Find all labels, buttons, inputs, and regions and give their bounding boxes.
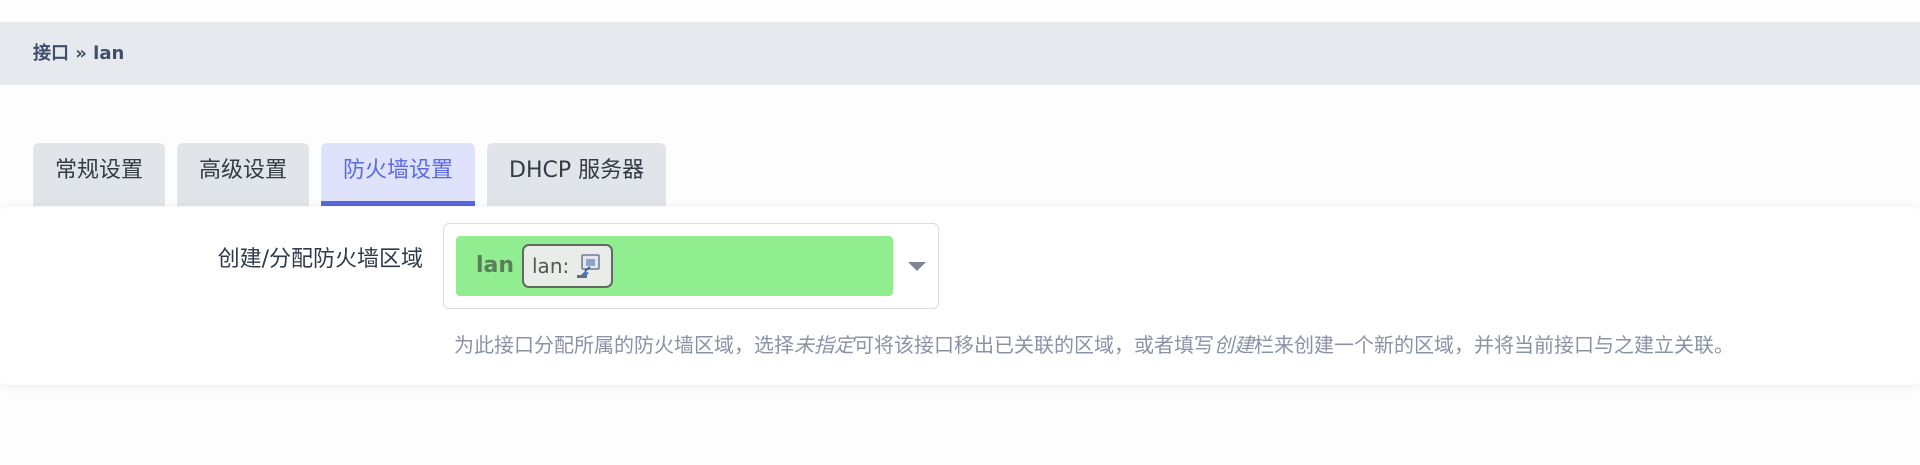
- firewall-zone-help: 为此接口分配所属的防火墙区域，选择未指定可将该接口移出已关联的区域，或者填写创建…: [454, 329, 1734, 358]
- chevron-down-icon[interactable]: [908, 262, 926, 271]
- help-text-unspecified: 未指定: [794, 333, 854, 357]
- tab-dhcp-server[interactable]: DHCP 服务器: [487, 143, 667, 206]
- tab-general-settings[interactable]: 常规设置: [33, 143, 166, 206]
- tab-advanced-settings[interactable]: 高级设置: [177, 143, 310, 206]
- help-text-part3: 栏来创建一个新的区域，并将当前接口与之建立关联。: [1254, 333, 1734, 357]
- interface-badge-label: lan:: [532, 254, 570, 278]
- firewall-settings-panel: 创建/分配防火墙区域 lan lan: 为此接口分配所属的防火墙区域，选择未指定…: [0, 207, 1920, 385]
- breadcrumb: 接口 » lan: [33, 43, 125, 64]
- firewall-zone-select[interactable]: lan lan:: [443, 223, 939, 309]
- help-text-part1: 为此接口分配所属的防火墙区域，选择: [454, 333, 794, 357]
- tab-bar: 常规设置 高级设置 防火墙设置 DHCP 服务器: [33, 143, 678, 206]
- tab-firewall-settings[interactable]: 防火墙设置: [321, 143, 476, 206]
- firewall-zone-label: 创建/分配防火墙区域: [217, 247, 423, 272]
- breadcrumb-bar: 接口 » lan: [0, 22, 1920, 85]
- interface-badge: lan:: [522, 244, 614, 288]
- help-text-create: 创建: [1214, 333, 1254, 357]
- selected-zone-chip: lan lan:: [456, 236, 893, 296]
- zone-name: lan: [476, 253, 515, 278]
- help-text-part2: 可将该接口移出已关联的区域，或者填写: [854, 333, 1214, 357]
- ethernet-port-icon: [577, 254, 600, 278]
